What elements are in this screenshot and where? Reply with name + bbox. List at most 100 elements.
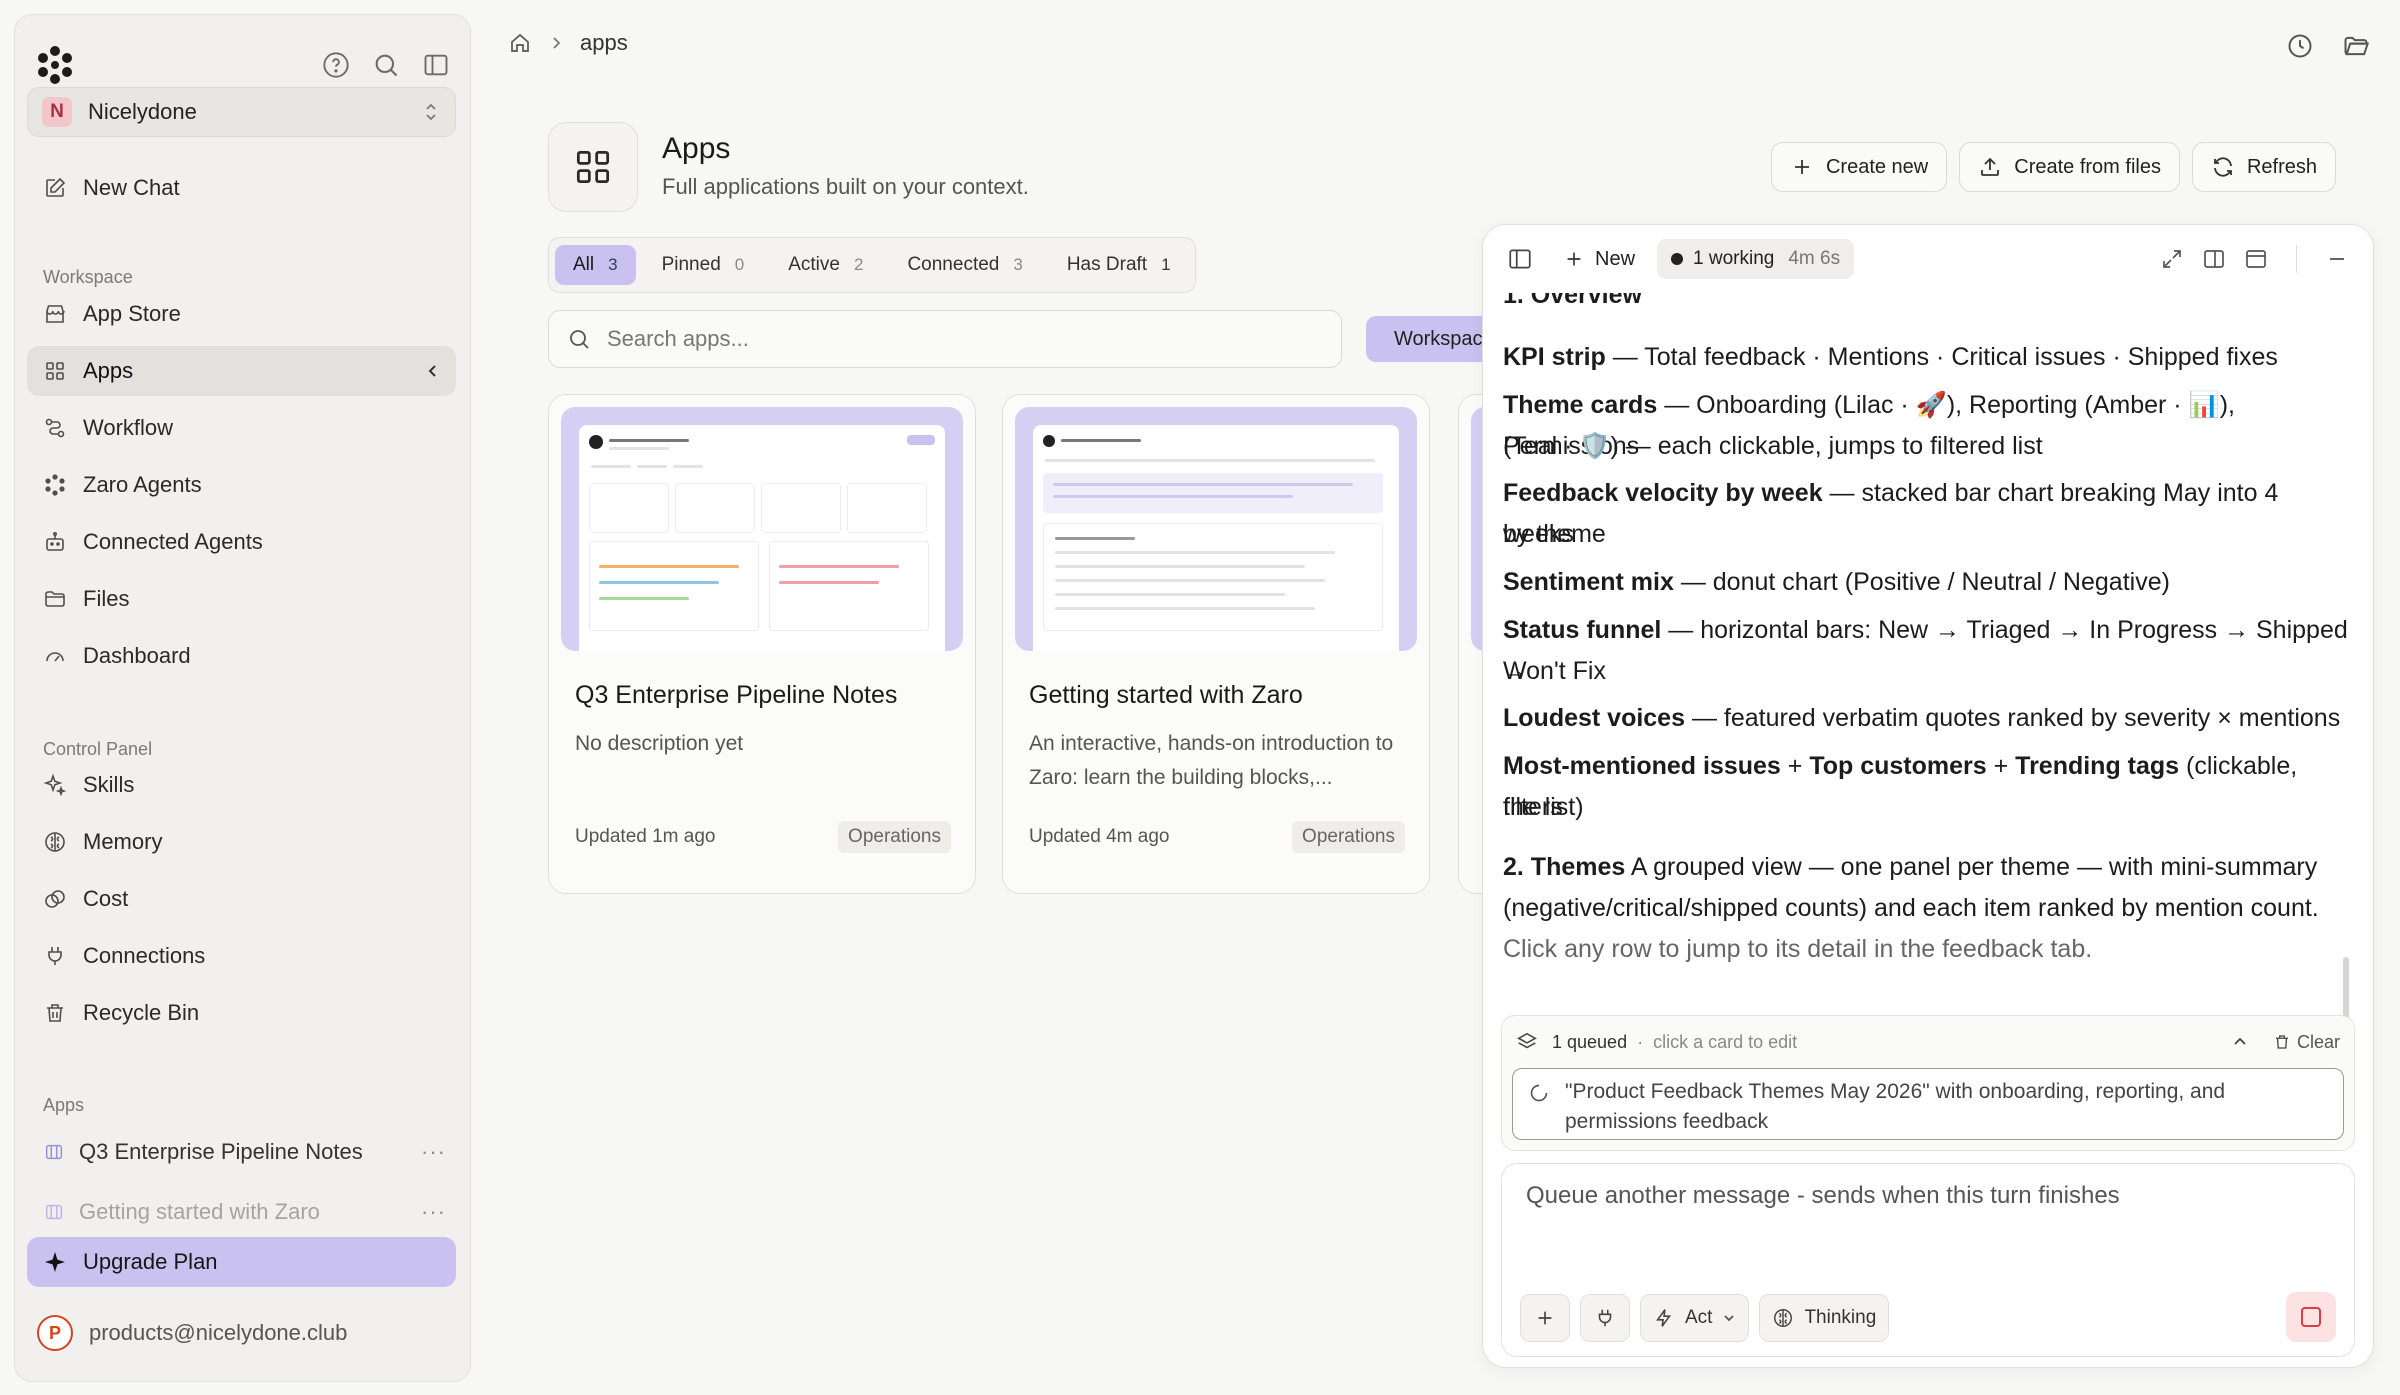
connect-button[interactable] (1580, 1294, 1630, 1342)
control-panel-section-label: Control Panel (43, 739, 153, 759)
create-new-button[interactable]: Create new (1770, 142, 1948, 192)
sidebar-item-cost[interactable]: Cost (27, 874, 456, 924)
chat-header: New 1 working 4m 6s (1483, 225, 2373, 293)
chevron-left-icon[interactable] (424, 362, 442, 380)
create-from-files-button[interactable]: Create from files (1959, 142, 2180, 192)
page-title: Apps (662, 132, 731, 165)
clear-queue-button[interactable]: Clear (2273, 1032, 2340, 1053)
minimize-icon[interactable] (2325, 247, 2349, 271)
line-text: (negative/critical/shipped counts) and e… (1503, 894, 2319, 922)
split-view-icon[interactable] (2202, 247, 2226, 271)
app-card-q3-pipeline[interactable]: Q3 Enterprise Pipeline Notes No descript… (548, 394, 976, 894)
line-text: — Total feedback · Mentions · Critical i… (1605, 343, 2278, 371)
expand-icon[interactable] (2160, 247, 2184, 271)
history-icon[interactable] (2286, 32, 2314, 60)
sidebar-app-q3-pipeline[interactable]: Q3 Enterprise Pipeline Notes ··· (27, 1127, 456, 1177)
loading-spinner-icon (1530, 1084, 1548, 1102)
working-time: 4m 6s (1788, 248, 1841, 269)
app-card-getting-started[interactable]: Getting started with Zaro An interactive… (1002, 394, 1430, 894)
sidebar-item-dashboard[interactable]: Dashboard (27, 631, 456, 681)
folder-open-icon[interactable] (2342, 32, 2370, 60)
chevron-right-icon (553, 37, 561, 49)
tab-label: All (573, 254, 595, 275)
line-bold: Status funnel (1503, 616, 1662, 644)
app-icon (45, 1144, 63, 1160)
message-line: Most-mentioned issues + Top customers + … (1503, 746, 2353, 828)
working-label: 1 working (1693, 248, 1775, 269)
panel-toggle-icon[interactable] (1507, 246, 1533, 272)
window-icon[interactable] (2244, 247, 2268, 271)
search-icon[interactable] (372, 51, 400, 79)
tab-count: 0 (734, 255, 745, 274)
create-from-files-label: Create from files (2014, 155, 2161, 178)
sidebar-app-getting-started[interactable]: Getting started with Zaro ··· (27, 1187, 456, 1237)
sidebar-item-connected-agents[interactable]: Connected Agents (27, 517, 456, 567)
upgrade-plan-button[interactable]: Upgrade Plan (27, 1237, 456, 1287)
sidebar-item-app-store[interactable]: App Store (27, 289, 456, 339)
sidebar-toggle-icon[interactable] (422, 51, 450, 79)
sidebar-item-label: Zaro Agents (83, 472, 202, 497)
new-chat-button[interactable]: New (1563, 248, 1635, 271)
sidebar-item-workflow[interactable]: Workflow (27, 403, 456, 453)
working-status-badge[interactable]: 1 working 4m 6s (1657, 239, 1855, 279)
sparkle-icon (43, 773, 67, 797)
breadcrumb-current[interactable]: apps (580, 30, 628, 56)
more-options-icon[interactable]: ··· (421, 1139, 446, 1165)
filter-tabs: All 3 Pinned 0 Active 2 Connected 3 Has Draf… (548, 237, 1196, 293)
agents-icon (45, 474, 65, 496)
thinking-toggle[interactable]: Thinking (1759, 1294, 1890, 1342)
thumbnail-preview (579, 425, 945, 651)
sidebar-item-files[interactable]: Files (27, 574, 456, 624)
upload-icon (1981, 157, 2000, 176)
sidebar-item-connections[interactable]: Connections (27, 931, 456, 981)
new-chat-button[interactable]: New Chat (27, 163, 456, 213)
attach-button[interactable] (1520, 1294, 1570, 1342)
card-description: No description yet (575, 732, 744, 755)
message-input[interactable] (1526, 1182, 2330, 1262)
line-bold: Feedback velocity by week (1503, 479, 1823, 507)
apps-page-icon (548, 122, 638, 212)
act-label: Act (1685, 1307, 1713, 1328)
sidebar-item-label: Connections (83, 943, 206, 968)
brain-icon (45, 832, 65, 852)
help-icon[interactable] (322, 51, 350, 79)
tab-has-draft[interactable]: Has Draft 1 (1049, 245, 1189, 285)
sidebar-item-label: Workflow (83, 415, 174, 440)
folder-icon (45, 591, 65, 607)
sidebar-app-label: Q3 Enterprise Pipeline Notes (79, 1139, 363, 1164)
sidebar-item-apps[interactable]: Apps (27, 346, 456, 396)
tab-all[interactable]: All 3 (555, 245, 636, 285)
plug-icon (48, 947, 62, 965)
chevron-up-icon[interactable] (2231, 1033, 2249, 1051)
line-bold: Sentiment mix (1503, 568, 1674, 596)
more-options-icon[interactable]: ··· (421, 1199, 446, 1225)
search-icon (570, 330, 589, 349)
workspace-section-label: Workspace (43, 267, 133, 287)
tab-pinned[interactable]: Pinned 0 (644, 245, 763, 285)
message-line: Loudest voices — featured verbatim quote… (1503, 698, 2340, 739)
search-input[interactable] (607, 326, 1304, 352)
home-icon[interactable] (508, 31, 532, 55)
act-mode-dropdown[interactable]: Act (1640, 1294, 1750, 1342)
sidebar-item-skills[interactable]: Skills (27, 760, 456, 810)
brain-icon (1774, 1309, 1793, 1327)
zaro-logo-icon[interactable] (35, 45, 75, 85)
sidebar-item-zaro-agents[interactable]: Zaro Agents (27, 460, 456, 510)
stop-button[interactable] (2286, 1292, 2336, 1342)
tab-connected[interactable]: Connected 3 (889, 245, 1040, 285)
card-title: Q3 Enterprise Pipeline Notes (575, 681, 898, 709)
queue-hint-separator: · (1637, 1031, 1644, 1052)
refresh-button[interactable]: Refresh (2191, 142, 2336, 192)
workspace-filter-chip[interactable]: Workspace (1366, 316, 1486, 362)
sidebar-item-recycle-bin[interactable]: Recycle Bin (27, 988, 456, 1038)
search-bar (548, 310, 1342, 368)
sidebar-item-memory[interactable]: Memory (27, 817, 456, 867)
line-text: by theme (1503, 520, 1606, 548)
org-avatar: N (42, 97, 72, 127)
breadcrumb: apps (508, 30, 628, 56)
org-switcher[interactable]: N Nicelydone (27, 87, 456, 137)
queued-message-card[interactable]: "Product Feedback Themes May 2026" with … (1512, 1068, 2344, 1140)
tab-active[interactable]: Active 2 (770, 245, 881, 285)
sidebar-item-label: Cost (83, 886, 129, 911)
account-menu[interactable]: P products@nicelydone.club (37, 1315, 347, 1351)
